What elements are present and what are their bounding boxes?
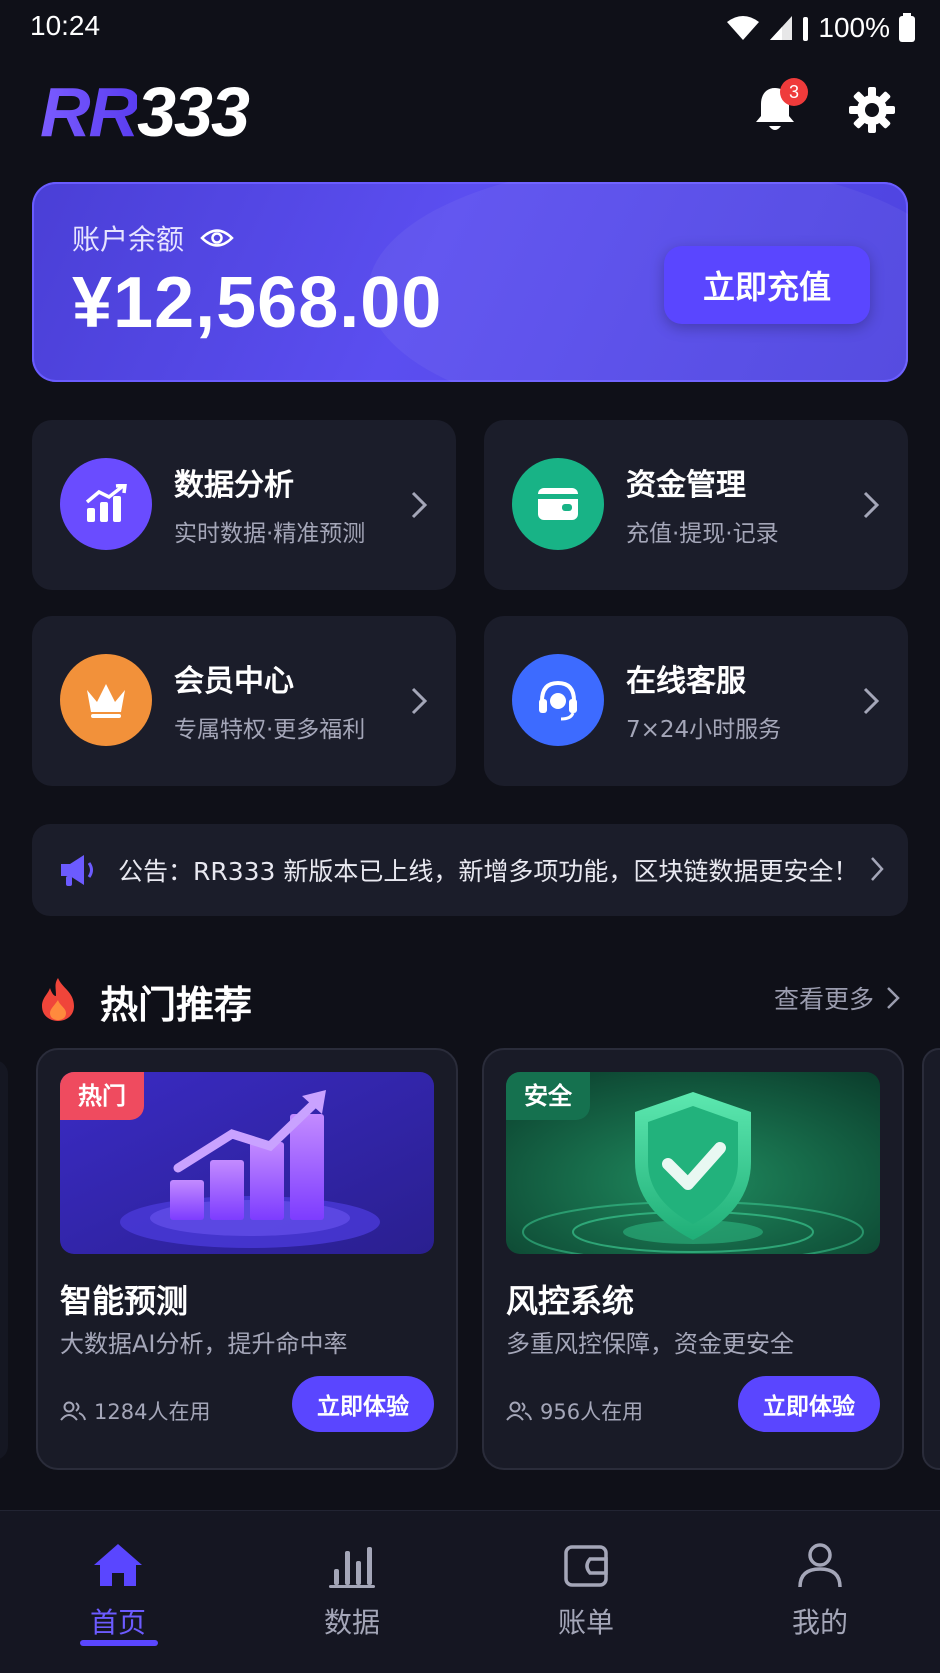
card-users-text: 956人在用 bbox=[540, 1400, 644, 1424]
wallet-icon bbox=[512, 458, 604, 550]
card-tag: 热门 bbox=[60, 1072, 144, 1120]
tile-subtitle: 充值·提现·记录 bbox=[626, 521, 779, 547]
bottom-navigation: 首页 数据 账单 我的 bbox=[0, 1510, 940, 1673]
card-users-text: 1284人在用 bbox=[94, 1400, 211, 1424]
card-users: 1284人在用 bbox=[60, 1396, 210, 1426]
nav-active-indicator bbox=[80, 1640, 158, 1646]
chart-icon bbox=[60, 458, 152, 550]
tile-title: 在线客服 bbox=[626, 664, 746, 699]
logo-suffix: 333 bbox=[137, 73, 250, 151]
tile-title: 资金管理 bbox=[626, 468, 746, 503]
nav-label: 我的 bbox=[791, 1606, 848, 1639]
balance-label: 账户余额 bbox=[72, 223, 185, 256]
nav-bills[interactable]: 账单 bbox=[516, 1541, 656, 1641]
balance-label-row: 账户余额 bbox=[72, 218, 234, 258]
nav-profile[interactable]: 我的 bbox=[750, 1541, 890, 1641]
feature-tile-member-center[interactable]: 会员中心 专属特权·更多福利 bbox=[32, 616, 456, 786]
chevron-right-icon bbox=[411, 491, 428, 519]
nav-label: 数据 bbox=[323, 1606, 380, 1639]
card-subtitle: 大数据AI分析，提升命中率 bbox=[60, 1330, 348, 1358]
gear-icon[interactable] bbox=[848, 86, 896, 134]
recharge-button[interactable]: 立即充值 bbox=[664, 246, 870, 324]
tile-subtitle: 实时数据·精准预测 bbox=[174, 521, 366, 547]
notification-badge: 3 bbox=[780, 78, 808, 106]
users-icon bbox=[60, 1401, 86, 1421]
carousel-edge-left bbox=[0, 1060, 8, 1460]
card-users: 956人在用 bbox=[506, 1396, 643, 1426]
megaphone-icon bbox=[61, 855, 93, 886]
headset-icon bbox=[512, 654, 604, 746]
logo-prefix: RR bbox=[40, 73, 139, 151]
eye-icon[interactable] bbox=[200, 227, 234, 249]
crown-icon bbox=[60, 654, 152, 746]
balance-card: 账户余额 ¥12,568.00 立即充值 bbox=[32, 182, 908, 382]
view-more-link[interactable]: 查看更多 bbox=[774, 980, 900, 1016]
status-icons: 100% bbox=[726, 12, 916, 44]
announcement-text: 公告：RR333 新版本已上线，新增多项功能，区块链数据更安全！ bbox=[118, 857, 859, 886]
try-now-button[interactable]: 立即体验 bbox=[292, 1376, 434, 1432]
bar-chart-icon bbox=[329, 1547, 375, 1588]
tile-title: 数据分析 bbox=[174, 468, 294, 503]
view-more-label: 查看更多 bbox=[774, 985, 875, 1014]
section-title: 热门推荐 bbox=[100, 983, 253, 1027]
card-title: 风控系统 bbox=[506, 1282, 635, 1320]
feature-tile-data-analysis[interactable]: 数据分析 实时数据·精准预测 bbox=[32, 420, 456, 590]
nav-label: 首页 bbox=[89, 1606, 146, 1639]
card-title: 智能预测 bbox=[60, 1282, 189, 1320]
card-subtitle: 多重风控保障，资金更安全 bbox=[506, 1330, 794, 1358]
fire-icon bbox=[42, 978, 74, 1021]
recommend-card-prediction[interactable]: 热门 智能预测 大数据AI分析，提升命中率 1284人在用 立即体验 bbox=[36, 1048, 458, 1470]
feature-tile-customer-service[interactable]: 在线客服 7×24小时服务 bbox=[484, 616, 908, 786]
battery-percent: 100% bbox=[818, 12, 890, 43]
tile-subtitle: 7×24小时服务 bbox=[626, 717, 782, 743]
wifi-icon bbox=[727, 16, 760, 40]
tile-subtitle: 专属特权·更多福利 bbox=[174, 717, 366, 743]
chevron-right-icon bbox=[863, 491, 880, 519]
nav-home[interactable]: 首页 bbox=[48, 1541, 188, 1641]
announcement-bar[interactable]: 公告：RR333 新版本已上线，新增多项功能，区块链数据更安全！ bbox=[32, 824, 908, 916]
try-now-button[interactable]: 立即体验 bbox=[738, 1376, 880, 1432]
users-icon bbox=[506, 1401, 532, 1421]
chevron-right-icon bbox=[887, 987, 900, 1009]
signal-icon bbox=[770, 16, 793, 40]
status-time: 10:24 bbox=[30, 10, 101, 41]
chevron-right-icon bbox=[863, 687, 880, 715]
tile-title: 会员中心 bbox=[174, 664, 294, 699]
nav-data[interactable]: 数据 bbox=[282, 1541, 422, 1641]
card-tag: 安全 bbox=[506, 1072, 590, 1120]
nav-label: 账单 bbox=[557, 1606, 614, 1639]
chevron-right-icon bbox=[411, 687, 428, 715]
app-logo: RR333 bbox=[40, 72, 250, 152]
chevron-right-icon bbox=[871, 857, 884, 881]
user-icon bbox=[798, 1543, 842, 1588]
battery-icon bbox=[899, 13, 915, 42]
recommend-card-risk-control[interactable]: 安全 风控系统 多重风控保障，资金更安全 956人在用 立即体验 bbox=[482, 1048, 904, 1470]
home-icon bbox=[94, 1544, 142, 1586]
signal-bar-icon bbox=[803, 17, 809, 41]
wallet-icon bbox=[564, 1545, 608, 1587]
feature-tile-fund-management[interactable]: 资金管理 充值·提现·记录 bbox=[484, 420, 908, 590]
balance-amount: ¥12,568.00 bbox=[72, 263, 443, 343]
carousel-edge-right bbox=[922, 1048, 940, 1470]
